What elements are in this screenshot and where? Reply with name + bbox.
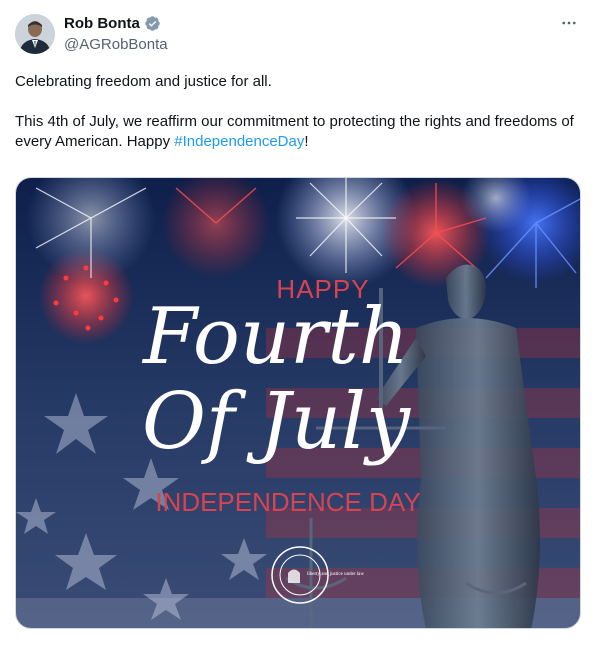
tweet-line-2: This 4th of July, we reaffirm our commit…	[15, 112, 581, 152]
author-name-row: Rob Bonta	[64, 15, 161, 32]
seal-text: liberty and justice under law	[307, 572, 364, 577]
tweet-card: Rob Bonta @AGRobBonta Celebrating freedo…	[0, 0, 596, 645]
tweet-text: Celebrating freedom and justice for all.…	[15, 72, 581, 152]
tweet-line-2-end: !	[304, 133, 309, 150]
title-line-2: Of July	[142, 377, 411, 467]
author-name[interactable]: Rob Bonta	[64, 15, 140, 32]
more-options-button[interactable]	[558, 12, 580, 34]
avatar-image	[15, 14, 55, 54]
title-line-1: Fourth	[141, 292, 409, 382]
more-horizontal-icon	[562, 21, 576, 25]
avatar[interactable]	[15, 14, 55, 54]
subtitle-text: INDEPENDENCE DAY	[155, 487, 420, 517]
tweet-media-image[interactable]: HAPPY Fourth Of July INDEPENDENCE DAY li…	[15, 177, 581, 629]
tweet-line-1: Celebrating freedom and justice for all.	[15, 73, 272, 90]
hashtag-link[interactable]: #IndependenceDay	[174, 133, 304, 150]
author-handle[interactable]: @AGRobBonta	[64, 36, 168, 53]
verified-badge-icon	[145, 16, 160, 31]
fourth-of-july-graphic: HAPPY Fourth Of July INDEPENDENCE DAY li…	[16, 178, 580, 628]
